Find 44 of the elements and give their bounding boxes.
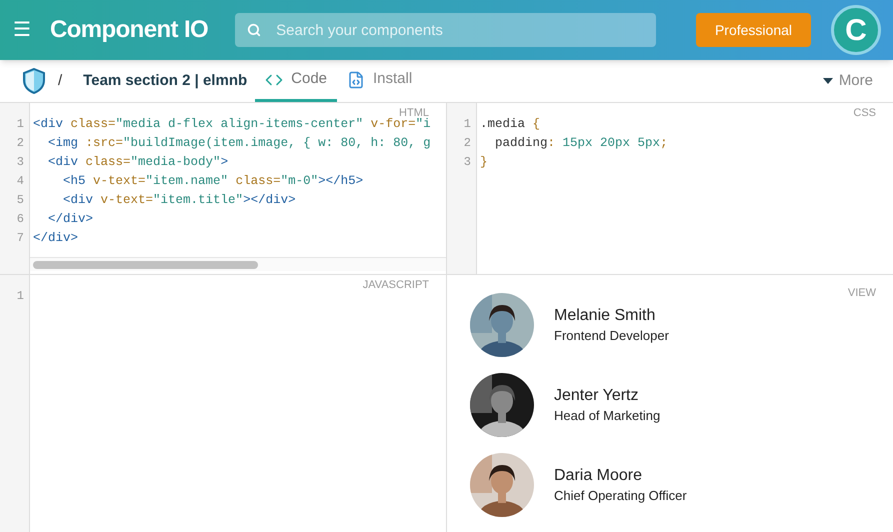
code-line: <div class="media-body"> (47, 154, 228, 171)
logo: Component IO (50, 15, 208, 45)
code-line: .media { (480, 116, 540, 133)
pane-label: JAVASCRIPT (362, 278, 429, 293)
line-number: 5 (16, 192, 24, 209)
tab[interactable]: Install (337, 60, 422, 102)
line-number: 3 (16, 154, 24, 171)
person-name: Melanie Smith (554, 306, 656, 326)
menu-button[interactable]: ☰ (12, 20, 32, 40)
more-button[interactable]: More (822, 60, 873, 102)
line-number: 6 (16, 211, 24, 228)
code-line: <h5 v-text="item.name" class="m-0"></h5> (62, 173, 364, 190)
line-number: 1 (16, 288, 24, 305)
pane-label: CSS (853, 106, 876, 121)
line-number: 1 (16, 116, 24, 133)
line-number: 1 (464, 116, 471, 133)
person-title: Head of Marketing (554, 407, 660, 425)
scrollbar-thumb[interactable] (33, 261, 258, 269)
shield-icon (22, 68, 46, 94)
search-icon (247, 23, 262, 37)
caret-icon (822, 78, 833, 84)
code-line: <div v-text="item.title"></div> (62, 192, 296, 209)
code-line: } (480, 154, 488, 171)
component-title: Team section 2 | elmnb (83, 70, 248, 91)
line-number: 4 (16, 173, 24, 190)
person-title: Frontend Developer (554, 327, 669, 345)
line-number: 3 (464, 154, 471, 171)
breadcrumb-separator: / (58, 70, 62, 91)
code-line: </div> (47, 211, 94, 228)
line-number: 7 (16, 230, 24, 247)
person-name: Jenter Yertz (554, 386, 640, 406)
file-code-icon (347, 70, 365, 88)
person-name: Daria Moore (554, 466, 644, 486)
line-number: 2 (16, 135, 24, 152)
pane-label: HTML (399, 106, 429, 119)
line-number: 2 (464, 135, 471, 152)
plan-button[interactable]: Professional (696, 13, 811, 47)
code-line: <img :src="buildImage(item.image, { w: 80, h: 80, g (47, 135, 431, 152)
code-line: padding: 15px 20px 5px; (494, 135, 668, 152)
person-title: Chief Operating Officer (554, 487, 687, 505)
code-line: <div class="media d-flex align-items-center" v-for="i (33, 116, 431, 133)
user-avatar[interactable]: C (831, 5, 881, 55)
code-line: </div> (33, 230, 78, 247)
pane-label: VIEW (848, 286, 876, 301)
